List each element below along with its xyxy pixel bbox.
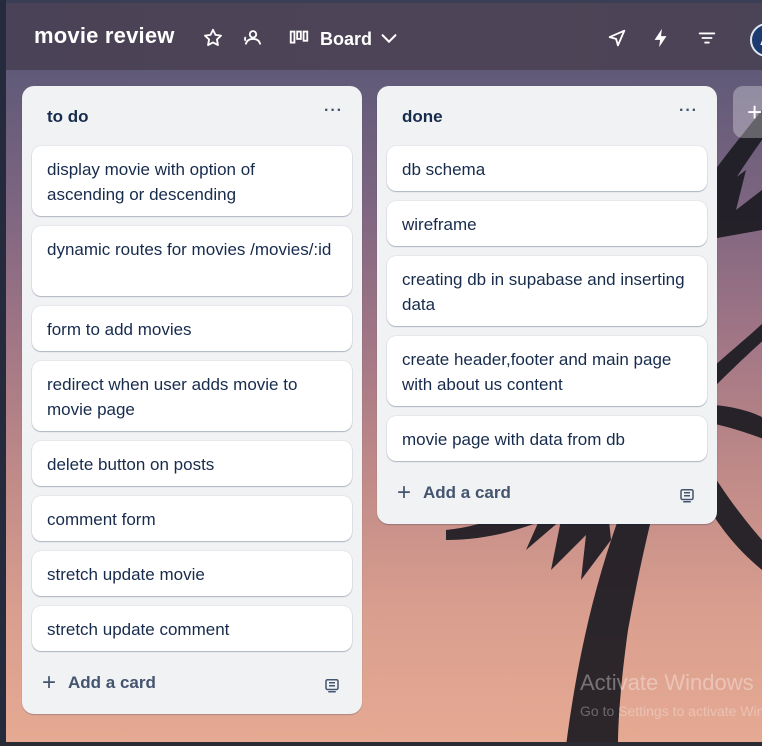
add-card-label: Add a card <box>68 673 156 692</box>
power-ups-icon[interactable] <box>606 27 628 49</box>
list-title[interactable]: to do <box>47 107 89 127</box>
create-from-template-icon[interactable] <box>323 676 341 694</box>
chevron-down-icon[interactable] <box>378 27 400 49</box>
card[interactable]: creating db in supabase and inserting da… <box>387 256 707 326</box>
card[interactable]: delete button on posts <box>32 441 352 486</box>
board-view-switcher[interactable]: Board <box>320 29 372 50</box>
member-avatar[interactable]: A <box>750 23 762 57</box>
list-to-do: to do ··· display movie with option of a… <box>22 86 362 714</box>
card[interactable]: create header,footer and main page with … <box>387 336 707 406</box>
add-card-button[interactable]: + Add a card <box>42 669 156 696</box>
plus-icon: + <box>42 669 57 696</box>
activate-windows-watermark: Activate Windows <box>580 670 754 695</box>
list-title[interactable]: done <box>402 107 443 127</box>
add-card-label: Add a card <box>423 483 511 502</box>
card[interactable]: stretch update comment <box>32 606 352 651</box>
board-view-icon[interactable] <box>288 27 310 49</box>
automation-icon[interactable] <box>650 27 672 49</box>
card[interactable]: movie page with data from db <box>387 416 707 461</box>
list-menu-button[interactable]: ··· <box>679 103 699 122</box>
list-header: done ··· <box>377 86 717 144</box>
list-menu-button[interactable]: ··· <box>324 103 344 122</box>
card[interactable]: db schema <box>387 146 707 191</box>
window-bottom-edge <box>0 742 762 746</box>
add-card-button[interactable]: + Add a card <box>397 479 511 506</box>
card[interactable]: comment form <box>32 496 352 541</box>
card[interactable]: dynamic routes for movies /movies/:id <box>32 226 352 296</box>
card[interactable]: redirect when user adds movie to movie p… <box>32 361 352 431</box>
activate-windows-subtext: Go to Settings to activate Windows. <box>580 703 762 719</box>
list-done: done ··· db schema wireframe creating db… <box>377 86 717 524</box>
card[interactable]: wireframe <box>387 201 707 246</box>
list-header: to do ··· <box>22 86 362 144</box>
add-list-button[interactable]: + <box>733 86 762 138</box>
card[interactable]: stretch update movie <box>32 551 352 596</box>
plus-icon: + <box>397 479 412 506</box>
card[interactable]: display movie with option of ascending o… <box>32 146 352 216</box>
card[interactable]: form to add movies <box>32 306 352 351</box>
board-header: movie review Board A <box>6 0 762 70</box>
filter-icon[interactable] <box>696 27 718 49</box>
create-from-template-icon[interactable] <box>678 486 696 504</box>
board-title[interactable]: movie review <box>34 23 175 49</box>
visibility-workspace-icon[interactable] <box>242 27 264 49</box>
star-icon[interactable] <box>202 27 224 49</box>
